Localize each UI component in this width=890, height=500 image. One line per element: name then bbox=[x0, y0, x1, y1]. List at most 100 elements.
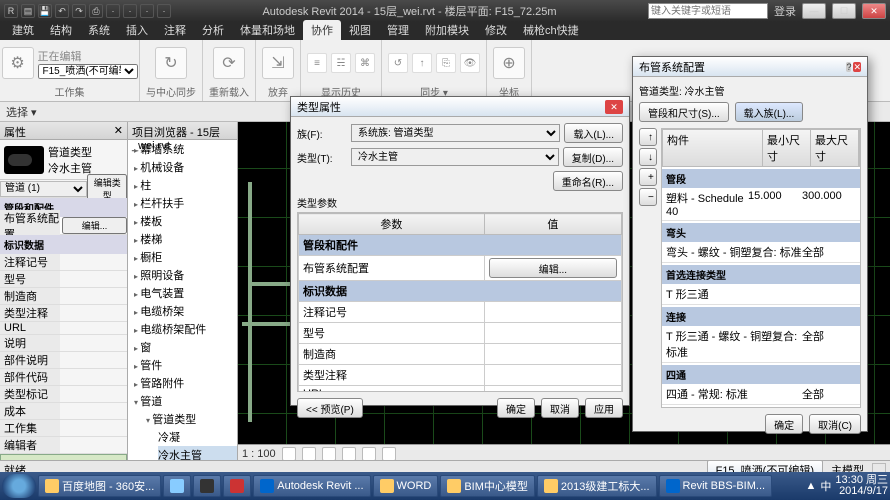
cancel-button[interactable]: 取消 bbox=[541, 398, 579, 418]
param-value[interactable] bbox=[484, 365, 621, 386]
browser-node[interactable]: 电缆桥架配件 bbox=[134, 320, 237, 338]
relinquish-icon[interactable]: ⇲ bbox=[262, 47, 294, 79]
taskbar-item[interactable]: 2013级建工标大... bbox=[537, 475, 657, 497]
browser-node-pipetype[interactable]: 管道类型 bbox=[146, 410, 237, 428]
param-value[interactable] bbox=[484, 344, 621, 365]
browser-node[interactable]: 机械设备 bbox=[134, 158, 237, 176]
undo-icon[interactable]: ↶ bbox=[55, 4, 69, 18]
cross-item[interactable]: 四通 - 常规: 标准 bbox=[666, 386, 802, 402]
ok-button[interactable]: 确定 bbox=[497, 398, 535, 418]
qat-icon[interactable]: · bbox=[106, 4, 120, 18]
cancel-button[interactable]: 取消(C) bbox=[809, 414, 861, 434]
tab-addins[interactable]: 附加模块 bbox=[417, 20, 477, 40]
browser-node[interactable]: 电气装置 bbox=[134, 284, 237, 302]
rename-button[interactable]: 重命名(R)... bbox=[553, 171, 623, 191]
param-value[interactable] bbox=[484, 302, 621, 323]
remove-row-button[interactable]: − bbox=[639, 188, 657, 206]
taskbar-item[interactable] bbox=[163, 475, 191, 497]
browser-node[interactable]: 橱柜 bbox=[134, 248, 237, 266]
sync-icon[interactable]: ↻ bbox=[155, 47, 187, 79]
family-select[interactable]: 系统族: 管道类型 bbox=[351, 124, 560, 142]
tab-structure[interactable]: 结构 bbox=[42, 20, 80, 40]
revit-menu-icon[interactable]: R bbox=[4, 4, 18, 18]
tab-analyze[interactable]: 分析 bbox=[194, 20, 232, 40]
start-button[interactable] bbox=[2, 474, 36, 498]
pref-item[interactable]: T 形三通 bbox=[666, 286, 856, 302]
qat-icon[interactable]: · bbox=[157, 4, 171, 18]
maximize-button[interactable]: ☐ bbox=[832, 3, 856, 19]
reveal-icon[interactable] bbox=[382, 447, 396, 461]
tab-architecture[interactable]: 建筑 bbox=[4, 20, 42, 40]
browser-node[interactable]: 柱 bbox=[134, 176, 237, 194]
elbow-size[interactable]: 全部 bbox=[802, 244, 856, 260]
login-link[interactable]: 登录 bbox=[774, 3, 796, 19]
coords-icon[interactable]: ⊕ bbox=[493, 47, 525, 79]
instance-filter-select[interactable]: 管道 (1) bbox=[0, 181, 87, 197]
minimize-button[interactable]: — bbox=[802, 3, 826, 19]
backup-icon[interactable]: ☵ bbox=[331, 53, 351, 73]
load-family-button[interactable]: 载入族(L)... bbox=[735, 102, 804, 122]
seg-item[interactable]: 塑料 - Schedule 40 bbox=[666, 190, 748, 218]
browser-node[interactable]: 幕墙系统 bbox=[134, 140, 237, 158]
junc-size[interactable]: 全部 bbox=[802, 328, 856, 360]
browser-node[interactable]: 管件 bbox=[134, 356, 237, 374]
tab-shortcut[interactable]: 械枪ch快捷 bbox=[515, 20, 587, 40]
qat-icon[interactable]: · bbox=[140, 4, 154, 18]
view-scale[interactable]: 1 : 100 bbox=[242, 448, 276, 460]
tab-insert[interactable]: 插入 bbox=[118, 20, 156, 40]
tab-systems[interactable]: 系统 bbox=[80, 20, 118, 40]
preview-button[interactable]: << 预览(P) bbox=[297, 398, 363, 418]
taskbar-item[interactable]: 百度地图 - 360安... bbox=[38, 475, 161, 497]
history-icon[interactable]: ≡ bbox=[307, 53, 327, 73]
close-icon[interactable]: ✕ bbox=[114, 124, 123, 137]
tab-manage[interactable]: 管理 bbox=[379, 20, 417, 40]
close-icon[interactable]: ✕ bbox=[605, 100, 623, 114]
tab-annotate[interactable]: 注释 bbox=[156, 20, 194, 40]
elbow-item[interactable]: 弯头 - 螺纹 - 铜塑复合: 标准 bbox=[666, 244, 802, 260]
restore-icon[interactable]: ⌘ bbox=[355, 53, 375, 73]
redo-icon[interactable]: ↷ bbox=[72, 4, 86, 18]
select-mode[interactable]: 选择 ▾ bbox=[6, 104, 37, 120]
taskbar-item[interactable]: Revit BBS-BIM... bbox=[659, 475, 773, 497]
cross-size[interactable]: 全部 bbox=[802, 386, 856, 402]
tab-view[interactable]: 视图 bbox=[341, 20, 379, 40]
close-icon[interactable]: ✕ bbox=[853, 62, 861, 72]
add-row-button[interactable]: + bbox=[639, 168, 657, 186]
browser-node[interactable]: 楼板 bbox=[134, 212, 237, 230]
shadows-icon[interactable] bbox=[322, 447, 336, 461]
browser-leaf[interactable]: 冷凝 bbox=[158, 428, 237, 446]
move-up-button[interactable]: ↑ bbox=[639, 128, 657, 146]
open-icon[interactable]: ▤ bbox=[21, 4, 35, 18]
sync-small-icon[interactable]: ↺ bbox=[388, 53, 408, 73]
param-value[interactable]: 编辑... bbox=[484, 256, 621, 281]
close-button[interactable]: ✕ bbox=[862, 3, 886, 19]
tray-icon[interactable]: ▲ bbox=[806, 480, 817, 492]
reload-icon[interactable]: ⟳ bbox=[213, 47, 245, 79]
browser-node[interactable]: 栏杆扶手 bbox=[134, 194, 237, 212]
param-value[interactable] bbox=[484, 323, 621, 344]
qat-icon[interactable]: · bbox=[123, 4, 137, 18]
crop-icon[interactable] bbox=[342, 447, 356, 461]
taskbar-item[interactable]: BIM中心模型 bbox=[440, 475, 535, 497]
monitor-icon[interactable]: 👁 bbox=[460, 53, 480, 73]
browser-node[interactable]: 管路附件 bbox=[134, 374, 237, 392]
hide-icon[interactable] bbox=[362, 447, 376, 461]
seg-max[interactable]: 300.000 bbox=[802, 190, 856, 218]
tab-massing[interactable]: 体量和场地 bbox=[232, 20, 303, 40]
publish-icon[interactable]: ↑ bbox=[412, 53, 432, 73]
duplicate-button[interactable]: 复制(D)... bbox=[563, 147, 623, 167]
visual-style-icon[interactable] bbox=[302, 447, 316, 461]
browser-node[interactable]: 窗 bbox=[134, 338, 237, 356]
apply-button[interactable]: 应用 bbox=[585, 398, 623, 418]
active-workset-select[interactable]: F15_喷洒(不可编辑) bbox=[38, 64, 138, 79]
segments-sizes-button[interactable]: 管段和尺寸(S)... bbox=[639, 102, 729, 122]
tab-modify[interactable]: 修改 bbox=[477, 20, 515, 40]
tab-collaborate[interactable]: 协作 bbox=[303, 20, 341, 40]
ok-button[interactable]: 确定 bbox=[765, 414, 803, 434]
taskbar-item[interactable]: Autodesk Revit ... bbox=[253, 475, 370, 497]
taskbar-item[interactable] bbox=[223, 475, 251, 497]
ime-icon[interactable]: 中 bbox=[820, 478, 831, 494]
taskbar-item[interactable]: WORD bbox=[373, 475, 439, 497]
help-icon[interactable]: ? bbox=[846, 62, 851, 72]
browser-node[interactable]: 楼梯 bbox=[134, 230, 237, 248]
